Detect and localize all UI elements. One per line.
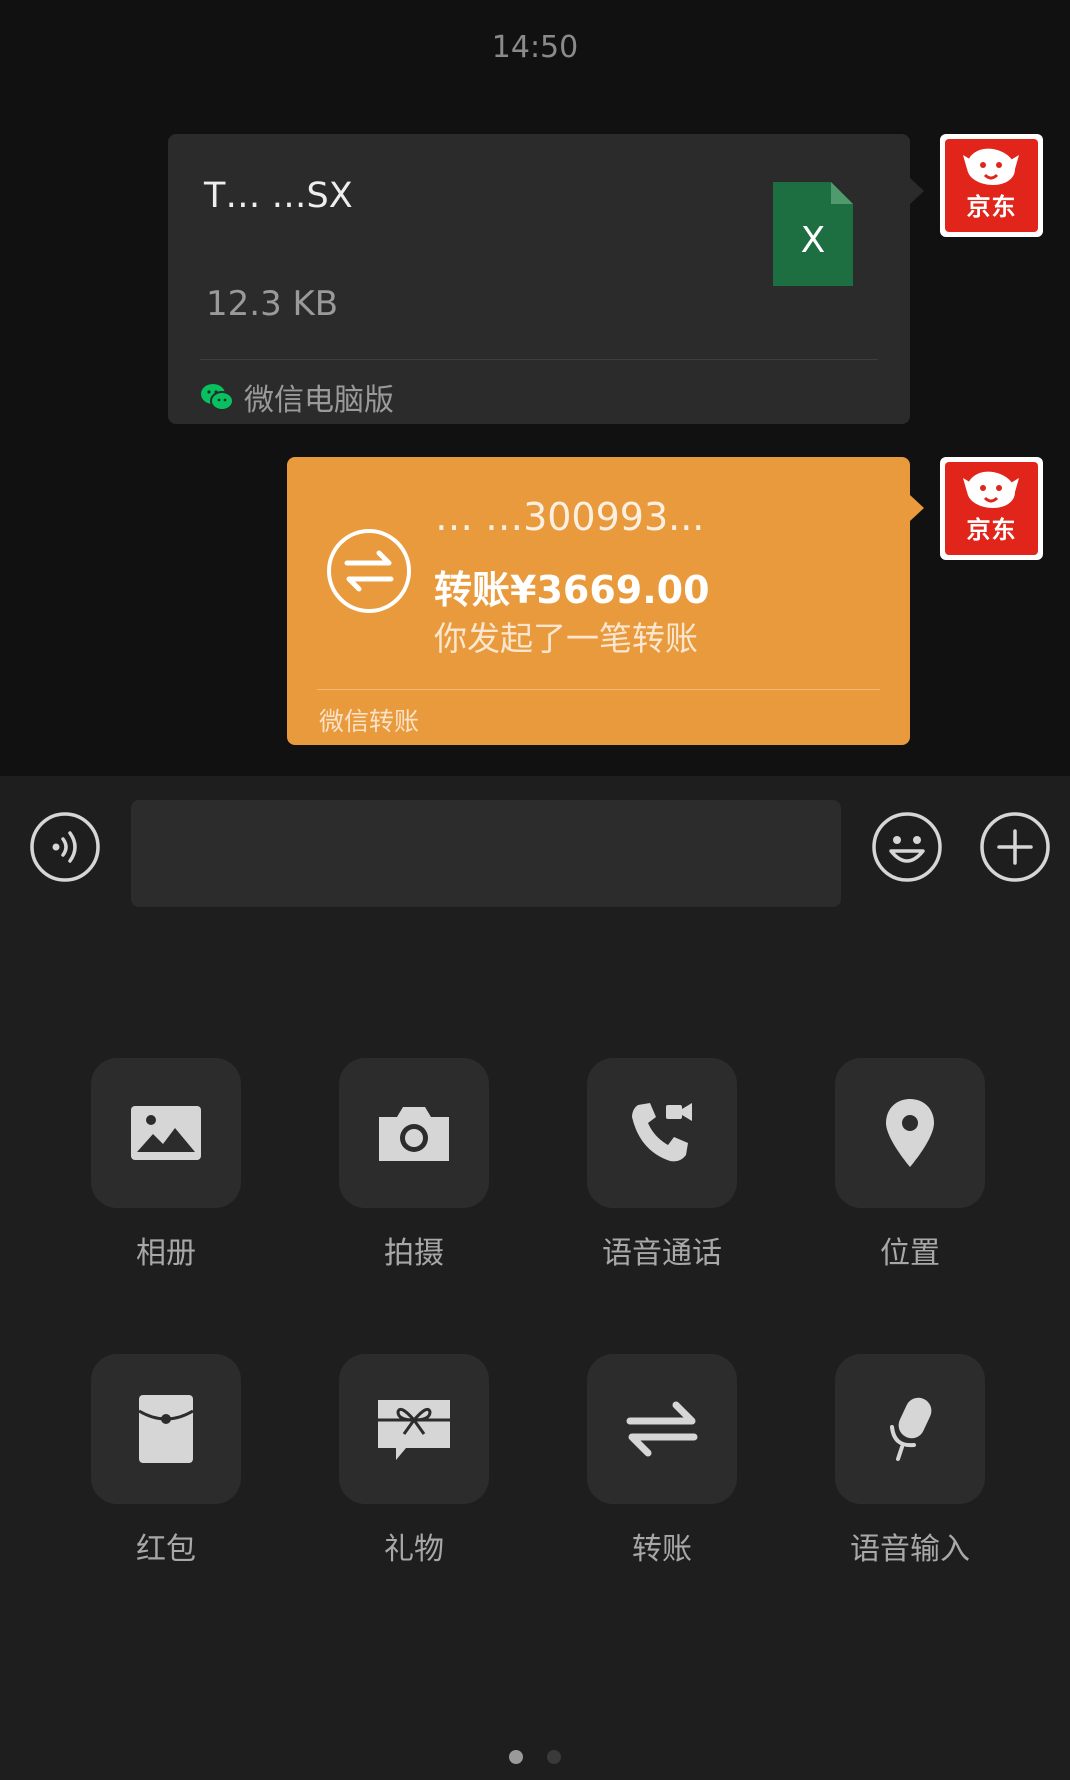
transfer-divider [317,689,880,690]
transfer-note: 你发起了一笔转账 [434,619,698,658]
file-source-label: 微信电脑版 [244,383,394,418]
action-label: 礼物 [384,1532,444,1567]
action-label: 转账 [632,1532,692,1567]
file-source-row: 微信电脑版 [200,372,394,422]
plus-icon[interactable] [979,811,1051,883]
excel-icon-letter: X [801,220,826,261]
transfer-arrows-icon [327,529,411,613]
action-red-packet[interactable]: 红包 [91,1354,241,1568]
action-transfer[interactable]: 转账 [587,1354,737,1568]
sender-avatar[interactable]: 京东 [940,457,1043,560]
excel-file-icon: X [773,182,853,286]
action-label: 位置 [880,1236,940,1271]
avatar-brand: 京东 [966,516,1017,544]
sender-avatar[interactable]: 京东 [940,134,1043,237]
file-size: 12.3 KB [206,284,339,324]
action-label: 语音输入 [850,1532,970,1567]
message-input[interactable] [131,800,841,907]
transfer-payee: … …300993... [435,495,705,539]
emoji-icon[interactable] [871,811,943,883]
file-divider [200,359,878,360]
chat-area: 14:50 T… …SX 12.3 KB X 微信电脑版 京东 … …30099… [0,0,1070,776]
action-label: 相册 [136,1236,196,1271]
voice-icon[interactable] [29,811,101,883]
action-red-packet-box[interactable] [91,1354,241,1504]
action-gift-box[interactable] [339,1354,489,1504]
transfer-icon [626,1401,698,1457]
action-label: 红包 [136,1532,196,1567]
avatar-brand: 京东 [966,193,1017,221]
transfer-footer: 微信转账 [319,707,420,736]
voice-call-icon [632,1103,692,1162]
action-album[interactable]: 相册 [91,1058,241,1272]
input-bar [0,776,1070,918]
action-voice-call-box[interactable] [587,1058,737,1208]
page-indicator [0,1750,1070,1764]
camera-icon [379,1107,449,1161]
location-icon [886,1099,934,1167]
action-label: 语音通话 [602,1236,722,1271]
album-icon [131,1106,201,1160]
voice-input-icon [890,1397,932,1461]
action-location[interactable]: 位置 [835,1058,985,1272]
action-voice-input-box[interactable] [835,1354,985,1504]
action-camera[interactable]: 拍摄 [339,1058,489,1272]
action-camera-box[interactable] [339,1058,489,1208]
action-panel: 相册 拍摄 语音通话 位置 红包 礼物 转账 语音输入 [0,918,1070,1780]
action-album-box[interactable] [91,1058,241,1208]
page-dot[interactable] [509,1750,523,1764]
page-dot[interactable] [547,1750,561,1764]
action-transfer-box[interactable] [587,1354,737,1504]
file-name: T… …SX [204,176,353,216]
red-packet-icon [138,1395,194,1463]
action-voice-call[interactable]: 语音通话 [587,1058,737,1272]
wechat-icon [201,384,234,411]
gift-icon [378,1400,450,1460]
transfer-amount: 转账¥3669.00 [434,568,710,612]
action-voice-input[interactable]: 语音输入 [835,1354,985,1568]
message-timestamp: 14:50 [491,30,579,65]
action-label: 拍摄 [384,1236,444,1271]
file-message-bubble[interactable]: T… …SX 12.3 KB X 微信电脑版 [168,134,924,424]
action-gift[interactable]: 礼物 [339,1354,489,1568]
transfer-message-bubble[interactable]: … …300993... 转账¥3669.00 你发起了一笔转账 微信转账 [287,457,924,745]
action-location-box[interactable] [835,1058,985,1208]
